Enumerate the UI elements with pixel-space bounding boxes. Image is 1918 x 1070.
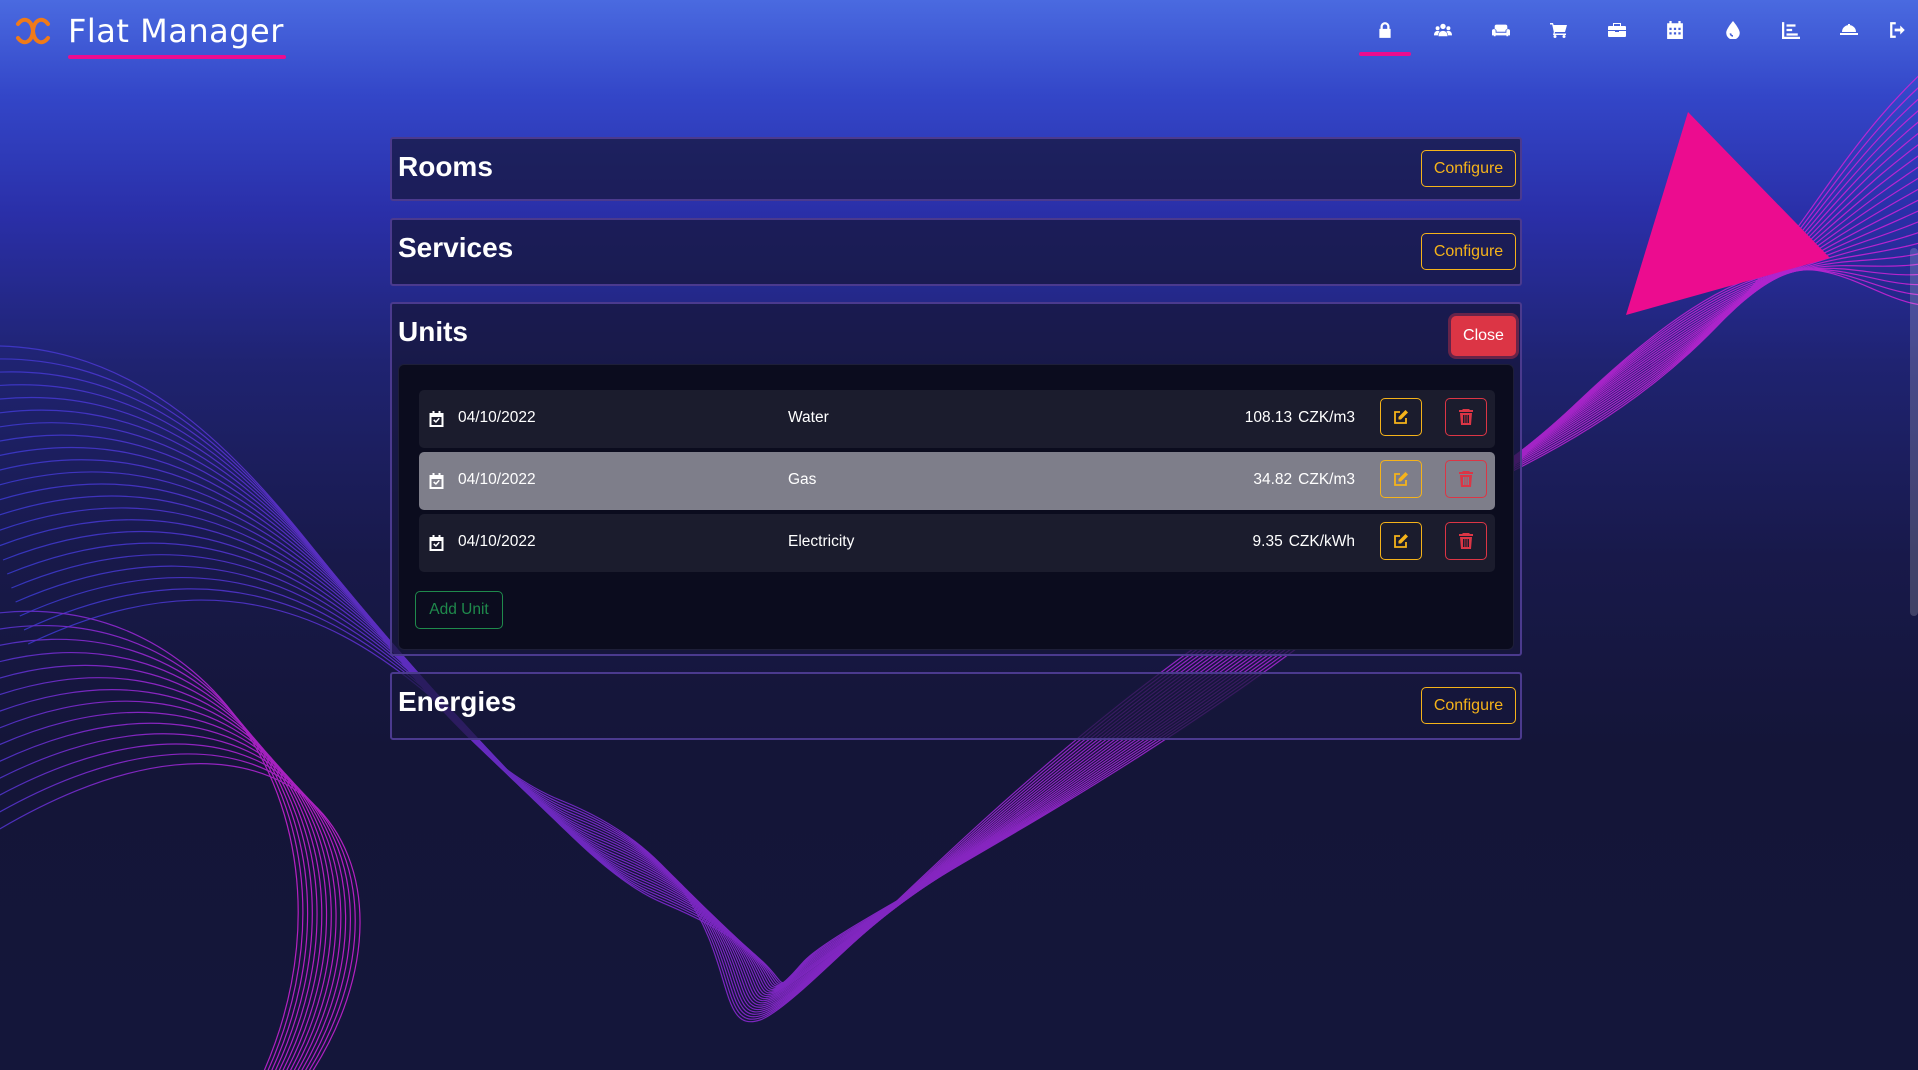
delete-unit-button[interactable] <box>1445 460 1487 498</box>
edit-unit-button[interactable] <box>1380 522 1422 560</box>
nav-energies[interactable] <box>1704 0 1762 60</box>
unit-name: Gas <box>788 471 817 488</box>
nav-users[interactable] <box>1414 0 1472 60</box>
main-nav <box>1356 0 1918 60</box>
energies-configure-button[interactable]: Configure <box>1421 687 1516 724</box>
units-panel: Units Close 04/10/2022 Water 108.13 CZK/m… <box>390 302 1522 656</box>
wave-line <box>0 689 328 1070</box>
pink-triangle-decoration <box>1626 112 1830 315</box>
edit-unit-button[interactable] <box>1380 460 1422 498</box>
units-list-container: 04/10/2022 Water 108.13 CZK/m3 04/10/2022… <box>398 364 1514 650</box>
unit-price: 34.82 CZK/m3 <box>1253 471 1355 489</box>
energies-panel: Energies Configure <box>390 672 1522 740</box>
unit-name: Water <box>788 409 829 426</box>
trash-icon <box>1459 409 1473 425</box>
cart-icon <box>1550 23 1567 38</box>
unit-price-value: 34.82 <box>1253 471 1293 488</box>
edit-unit-button[interactable] <box>1380 398 1422 436</box>
unit-price-value: 9.35 <box>1252 533 1283 550</box>
calendar-check-icon <box>429 535 444 551</box>
edit-icon <box>1394 472 1408 486</box>
unit-price-unit: CZK/m3 <box>1298 409 1355 426</box>
brand[interactable]: Flat Manager <box>14 12 284 50</box>
rooms-title: Rooms <box>398 151 493 182</box>
nav-rooms[interactable] <box>1472 0 1530 60</box>
nav-work[interactable] <box>1588 0 1646 60</box>
calendar-icon <box>1667 21 1683 39</box>
wave-line <box>0 722 342 1070</box>
lock-icon <box>1379 22 1391 38</box>
wave-line <box>0 700 332 1070</box>
page-scrollbar[interactable] <box>1910 248 1918 616</box>
unit-row-gas[interactable]: 04/10/2022 Gas 34.82 CZK/m3 <box>419 452 1495 510</box>
units-title: Units <box>398 316 468 347</box>
wave-line <box>0 677 323 1070</box>
unit-price: 9.35 CZK/kWh <box>1253 533 1355 551</box>
unit-row-electricity[interactable]: 04/10/2022 Electricity 9.35 CZK/kWh <box>419 514 1495 572</box>
delete-unit-button[interactable] <box>1445 522 1487 560</box>
add-unit-button[interactable]: Add Unit <box>415 591 503 629</box>
trash-icon <box>1459 533 1473 549</box>
calendar-check-icon <box>429 473 444 489</box>
chart-icon <box>1782 22 1800 39</box>
logout-icon <box>1890 22 1905 38</box>
unit-name: Electricity <box>788 533 855 550</box>
edit-icon <box>1394 534 1408 548</box>
units-close-button[interactable]: Close <box>1451 316 1516 356</box>
unit-price-unit: CZK/kWh <box>1288 533 1355 550</box>
unit-date: 04/10/2022 <box>458 533 536 550</box>
nav-services[interactable] <box>1820 0 1878 60</box>
nav-logout[interactable] <box>1878 0 1918 60</box>
wave-line <box>0 711 337 1070</box>
unit-price: 108.13 CZK/m3 <box>1245 409 1355 427</box>
unit-price-value: 108.13 <box>1244 409 1293 426</box>
services-title: Services <box>398 232 514 263</box>
unit-date: 04/10/2022 <box>458 409 536 426</box>
wave-line <box>0 733 347 1070</box>
users-icon <box>1434 23 1452 37</box>
edit-icon <box>1394 410 1408 424</box>
energies-title: Energies <box>398 686 517 717</box>
wave-line <box>0 610 299 1070</box>
app-title: Flat Manager <box>68 12 284 50</box>
wave-line <box>0 743 351 1070</box>
service-bell-icon <box>1840 24 1858 35</box>
calendar-check-icon <box>429 411 444 427</box>
wave-line <box>0 664 318 1070</box>
nav-lock[interactable] <box>1356 0 1414 60</box>
rooms-panel: Rooms Configure <box>390 137 1522 201</box>
top-navbar: Flat Manager <box>0 0 1918 64</box>
wave-line <box>0 763 361 1070</box>
wave-line <box>0 652 313 1070</box>
wave-line <box>0 753 356 1070</box>
nav-statistics[interactable] <box>1762 0 1820 60</box>
brand-logo-icon <box>16 17 50 45</box>
wave-line <box>0 638 309 1070</box>
drop-icon <box>1726 21 1740 39</box>
trash-icon <box>1459 471 1473 487</box>
briefcase-icon <box>1608 23 1626 37</box>
unit-date: 04/10/2022 <box>458 471 536 488</box>
unit-price-unit: CZK/m3 <box>1298 471 1355 488</box>
services-configure-button[interactable]: Configure <box>1421 233 1516 270</box>
brand-underline <box>68 55 286 59</box>
unit-row-water[interactable]: 04/10/2022 Water 108.13 CZK/m3 <box>419 390 1495 448</box>
delete-unit-button[interactable] <box>1445 398 1487 436</box>
rooms-configure-button[interactable]: Configure <box>1421 150 1516 187</box>
nav-calendar[interactable] <box>1646 0 1704 60</box>
nav-shopping[interactable] <box>1530 0 1588 60</box>
services-panel: Services Configure <box>390 218 1522 286</box>
sofa-icon <box>1492 24 1510 37</box>
wave-line <box>0 625 304 1070</box>
